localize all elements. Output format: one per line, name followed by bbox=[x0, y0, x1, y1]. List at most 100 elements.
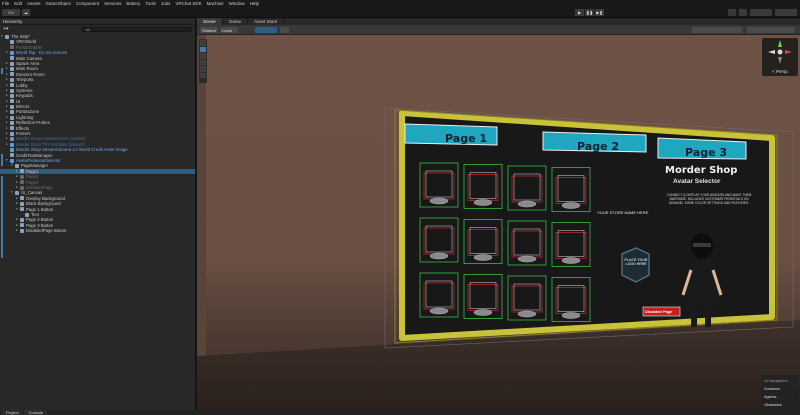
store-name-label: YOUR STORE NAME HERE bbox=[597, 210, 649, 215]
hierarchy-panel: Hierarchy +▾ All ▾ The Strip* VRCWorld Pref… bbox=[0, 18, 196, 410]
gameobject-icon bbox=[20, 223, 24, 228]
page-3-tab[interactable]: Page 3 bbox=[685, 146, 727, 159]
toolbar-right-icons bbox=[728, 9, 797, 16]
expand-arrow-icon[interactable]: ▸ bbox=[16, 228, 18, 233]
hand-tool-icon[interactable] bbox=[200, 40, 206, 46]
tool-strip bbox=[199, 39, 207, 83]
cloud-icon[interactable]: ☁ bbox=[22, 9, 30, 16]
gameobject-icon bbox=[25, 212, 29, 217]
menu-gameobject[interactable]: GameObject bbox=[46, 1, 71, 6]
move-tool-icon[interactable] bbox=[200, 46, 206, 52]
tab-scene[interactable]: Scene bbox=[197, 18, 223, 25]
avatar-pedestal[interactable] bbox=[551, 277, 591, 322]
search-icon[interactable] bbox=[739, 9, 747, 16]
shop-description: CONNECT & DISPLAY YOUR AVATARS AND MAKE … bbox=[666, 193, 752, 205]
nav-item[interactable]: Agents bbox=[764, 393, 796, 401]
orientation-gizmo[interactable]: < Persp bbox=[762, 38, 798, 76]
ai-navigation-panel: AI Navigation Surfaces Agents Obstacles bbox=[761, 375, 799, 409]
gameobject-icon bbox=[10, 104, 14, 109]
tab-game[interactable]: Game bbox=[223, 18, 249, 25]
rotate-tool-icon[interactable] bbox=[200, 53, 206, 59]
avatar-pedestal[interactable] bbox=[463, 219, 503, 264]
play-icon[interactable]: ▶ bbox=[575, 9, 584, 16]
tab-console[interactable]: Console bbox=[24, 410, 48, 415]
scene-toolbar: Shaded Local bbox=[197, 25, 800, 35]
avatar-pedestal[interactable] bbox=[463, 164, 503, 209]
hierarchy-tab[interactable]: Hierarchy bbox=[0, 18, 195, 25]
layers-dropdown[interactable] bbox=[750, 9, 772, 16]
viewport-edge bbox=[197, 35, 206, 410]
avatar-pedestal[interactable] bbox=[551, 222, 591, 267]
avatar-pedestal[interactable] bbox=[419, 217, 459, 263]
gameobject-icon bbox=[20, 185, 24, 190]
menu-jobs[interactable]: Jobs bbox=[161, 1, 171, 6]
avatar-pedestal[interactable] bbox=[507, 165, 547, 211]
pivot-dropdown[interactable]: Local bbox=[220, 27, 238, 33]
pause-icon[interactable]: ❚❚ bbox=[585, 9, 594, 16]
gameobject-icon bbox=[10, 137, 14, 142]
avatar-pedestal[interactable] bbox=[419, 162, 459, 208]
menu-component[interactable]: Component bbox=[76, 1, 99, 6]
gameobject-icon bbox=[10, 83, 14, 88]
override-bar bbox=[1, 176, 3, 258]
gameobject-icon bbox=[10, 126, 14, 131]
gameobject-icon bbox=[20, 196, 24, 201]
shop-subtitle: Avatar Selector bbox=[673, 178, 721, 185]
gameobject-icon bbox=[10, 158, 14, 163]
menu-bakery[interactable]: Bakery bbox=[126, 1, 140, 6]
layout-dropdown[interactable] bbox=[775, 9, 797, 16]
menu-file[interactable]: File bbox=[2, 1, 9, 6]
menu-tools[interactable]: Tools bbox=[145, 1, 156, 6]
gameobject-icon bbox=[10, 77, 14, 82]
avatar-pedestal[interactable] bbox=[507, 220, 547, 266]
tab-asset-store[interactable]: Asset Store bbox=[248, 18, 285, 25]
add-icon[interactable]: +▾ bbox=[3, 26, 8, 32]
gameobject-icon bbox=[10, 67, 14, 72]
history-icon[interactable] bbox=[728, 9, 736, 16]
avatar-pedestal[interactable] bbox=[551, 167, 591, 212]
gameobject-icon bbox=[10, 115, 14, 120]
nav-item[interactable]: Surfaces bbox=[764, 385, 796, 393]
menu-assets[interactable]: Assets bbox=[27, 1, 41, 6]
gameobject-icon bbox=[20, 217, 24, 222]
shading-mode-dropdown[interactable]: Shaded bbox=[200, 27, 218, 33]
account-button[interactable]: CV bbox=[2, 9, 20, 16]
page-2-tab[interactable]: Page 2 bbox=[577, 140, 619, 153]
transform-tool-icon[interactable] bbox=[200, 72, 206, 78]
nav-item: AI Navigation bbox=[764, 378, 788, 383]
menu-window[interactable]: Window bbox=[229, 1, 245, 6]
menu-vrchat-sdk[interactable]: VRChat SDK bbox=[175, 1, 201, 6]
avatar-pedestal[interactable] bbox=[507, 275, 547, 321]
menu-machine[interactable]: Machine bbox=[207, 1, 224, 6]
menu-help[interactable]: Help bbox=[250, 1, 259, 6]
gameobject-icon bbox=[10, 88, 14, 93]
grid-snap-button[interactable] bbox=[255, 27, 277, 33]
override-bar bbox=[1, 68, 3, 74]
hierarchy-search-input[interactable]: All bbox=[81, 26, 192, 32]
gizmos-dropdown[interactable] bbox=[747, 27, 795, 33]
gameobject-icon bbox=[10, 120, 14, 125]
pedestal-grid bbox=[419, 162, 591, 322]
gameobject-icon bbox=[20, 228, 24, 233]
snap-settings-button[interactable] bbox=[280, 27, 289, 33]
menu-services[interactable]: Services bbox=[104, 1, 121, 6]
gameobject-icon bbox=[20, 180, 24, 185]
nav-item[interactable]: Obstacles bbox=[764, 401, 796, 409]
avatar-pedestal[interactable] bbox=[463, 274, 503, 319]
perspective-label[interactable]: < Persp bbox=[762, 69, 798, 74]
tab-project[interactable]: Project bbox=[2, 410, 23, 415]
disabled-page-button[interactable]: Disabled Page bbox=[645, 309, 672, 314]
scene-viewport[interactable]: < Persp Page 1 Page 2 Page 3 Morder Shop… bbox=[197, 35, 800, 410]
avatar-pedestal[interactable] bbox=[419, 272, 459, 318]
step-icon[interactable]: ▶❚ bbox=[595, 9, 604, 16]
gameobject-icon bbox=[10, 61, 14, 66]
rect-tool-icon[interactable] bbox=[200, 66, 206, 72]
gameobject-icon bbox=[10, 45, 14, 50]
hierarchy-row[interactable]: ▸ DisabledPage Button bbox=[0, 228, 195, 233]
logo-placeholder: PLACE YOUR LOGO HERE bbox=[624, 258, 648, 266]
menu-edit[interactable]: Edit bbox=[14, 1, 22, 6]
page-1-tab[interactable]: Page 1 bbox=[445, 132, 487, 145]
scale-tool-icon[interactable] bbox=[200, 59, 206, 65]
scene-view-options[interactable] bbox=[692, 27, 742, 33]
avatar-character bbox=[681, 233, 723, 327]
